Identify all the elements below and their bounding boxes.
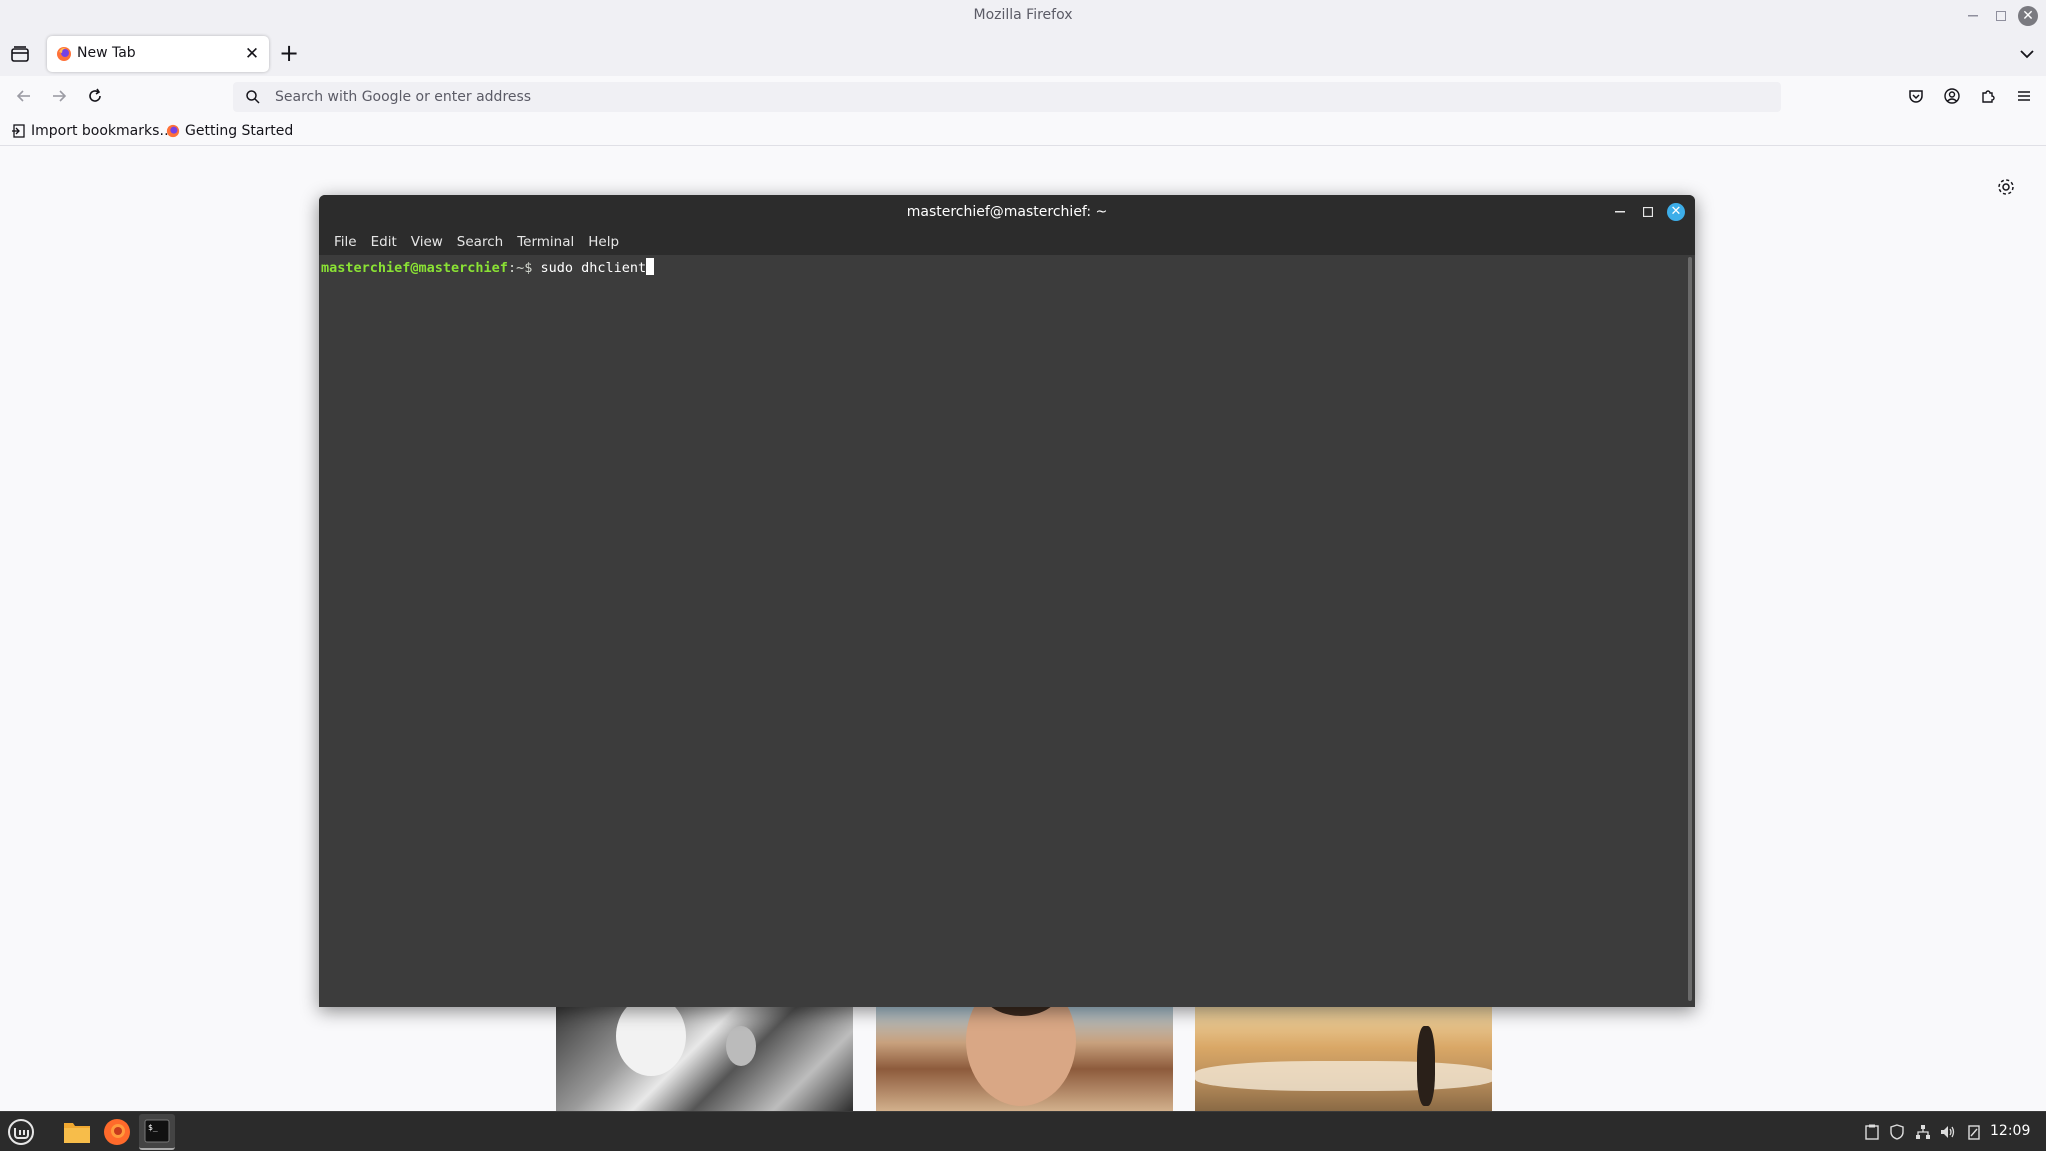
terminal-scrollbar[interactable]: [1685, 255, 1695, 1007]
app-menu-button[interactable]: [2012, 84, 2036, 108]
taskbar-terminal[interactable]: $_: [139, 1114, 175, 1150]
command-text: sudo dhclient: [532, 260, 647, 276]
prompt-user: masterchief@masterchief: [321, 260, 508, 276]
text-cursor: [646, 258, 655, 275]
terminal-icon: $_: [144, 1119, 170, 1143]
shield-icon[interactable]: [1887, 1122, 1907, 1142]
terminal-menubar: File Edit View Search Terminal Help: [319, 229, 1695, 255]
menu-view[interactable]: View: [404, 229, 450, 255]
bookmark-label: Getting Started: [185, 123, 294, 139]
address-bar[interactable]: [233, 82, 1781, 112]
scrollbar-thumb[interactable]: [1688, 257, 1692, 1001]
svg-text:$_: $_: [148, 1123, 158, 1132]
clock[interactable]: 12:09: [1990, 1123, 2030, 1139]
firefox-icon: [57, 47, 71, 61]
forward-button[interactable]: [47, 84, 71, 108]
window-title: Mozilla Firefox: [973, 7, 1073, 23]
start-menu-button[interactable]: [3, 1114, 39, 1150]
minimize-icon: [1615, 211, 1625, 213]
terminal-titlebar[interactable]: masterchief@masterchief: ~ ✕: [319, 195, 1695, 229]
close-icon: ✕: [2018, 6, 2038, 26]
menu-terminal[interactable]: Terminal: [510, 229, 581, 255]
tab-bar: New Tab ✕ +: [0, 32, 2046, 76]
wallpaper-thumbnail[interactable]: [876, 1006, 1173, 1111]
minimize-icon: [1968, 15, 1978, 17]
taskbar: $_ 12:09: [0, 1111, 2046, 1151]
new-tab-button[interactable]: +: [277, 41, 301, 66]
maximize-icon: [1996, 11, 2006, 21]
arrow-right-icon: [53, 90, 67, 102]
puzzle-icon: [1982, 90, 1995, 103]
network-icon[interactable]: [1913, 1122, 1933, 1142]
firefox-icon: [104, 1119, 130, 1145]
bookmark-label: Import bookmarks…: [31, 123, 174, 139]
close-window-button[interactable]: ✕: [2017, 5, 2039, 27]
pocket-button[interactable]: [1904, 84, 1928, 108]
tab-title: New Tab: [77, 45, 136, 61]
files-icon: [64, 1123, 90, 1143]
firefox-view-icon[interactable]: [8, 42, 32, 66]
menu-search[interactable]: Search: [450, 229, 510, 255]
terminal-maximize-button[interactable]: [1637, 201, 1659, 223]
search-icon: [246, 90, 260, 104]
address-input[interactable]: [275, 82, 1765, 112]
firefox-icon: [166, 124, 180, 138]
navigation-toolbar: [0, 76, 2046, 116]
reload-icon: [89, 88, 101, 102]
terminal-close-button[interactable]: ✕: [1665, 201, 1687, 223]
mint-menu-icon: [8, 1119, 34, 1145]
terminal-output[interactable]: masterchief@masterchief:~$ sudo dhclient: [319, 255, 1685, 1007]
wallpaper-thumbnail[interactable]: [556, 1006, 853, 1111]
terminal-minimize-button[interactable]: [1609, 201, 1631, 223]
menu-edit[interactable]: Edit: [364, 229, 404, 255]
menu-file[interactable]: File: [327, 229, 364, 255]
tab-new-tab[interactable]: New Tab ✕: [47, 36, 269, 72]
maximize-button[interactable]: [1990, 5, 2012, 27]
terminal-title: masterchief@masterchief: ~: [906, 204, 1108, 220]
maximize-icon: [1643, 207, 1653, 217]
account-button[interactable]: [1940, 84, 1964, 108]
minimize-button[interactable]: [1962, 5, 1984, 27]
menu-help[interactable]: Help: [581, 229, 626, 255]
account-icon: [1944, 88, 1960, 104]
arrow-left-icon: [16, 90, 30, 102]
gear-icon[interactable]: [1996, 177, 2016, 197]
browser-titlebar: Mozilla Firefox ✕: [0, 0, 2046, 32]
close-icon: ✕: [1667, 203, 1685, 221]
taskbar-files[interactable]: [59, 1114, 95, 1150]
bookmarks-toolbar: Import bookmarks… Getting Started: [0, 116, 2046, 146]
terminal-window[interactable]: masterchief@masterchief: ~ ✕ File Edit V…: [319, 195, 1695, 1007]
chevron-down-icon[interactable]: [2015, 42, 2039, 66]
tab-close-button[interactable]: ✕: [241, 43, 263, 65]
import-icon: [12, 124, 25, 138]
back-button[interactable]: [12, 84, 36, 108]
extensions-button[interactable]: [1976, 84, 2000, 108]
hamburger-icon: [2018, 91, 2030, 101]
prompt-path: :~$: [507, 260, 533, 276]
power-icon[interactable]: [1964, 1122, 1984, 1142]
wallpaper-thumbnail[interactable]: [1195, 1006, 1492, 1111]
taskbar-firefox[interactable]: [99, 1114, 135, 1150]
clipboard-icon[interactable]: [1862, 1122, 1882, 1142]
bookmark-import[interactable]: Import bookmarks…: [12, 121, 173, 141]
reload-button[interactable]: [83, 84, 107, 108]
volume-icon[interactable]: [1938, 1122, 1958, 1142]
bookmark-getting-started[interactable]: Getting Started: [166, 121, 293, 141]
pocket-icon: [1909, 90, 1923, 103]
